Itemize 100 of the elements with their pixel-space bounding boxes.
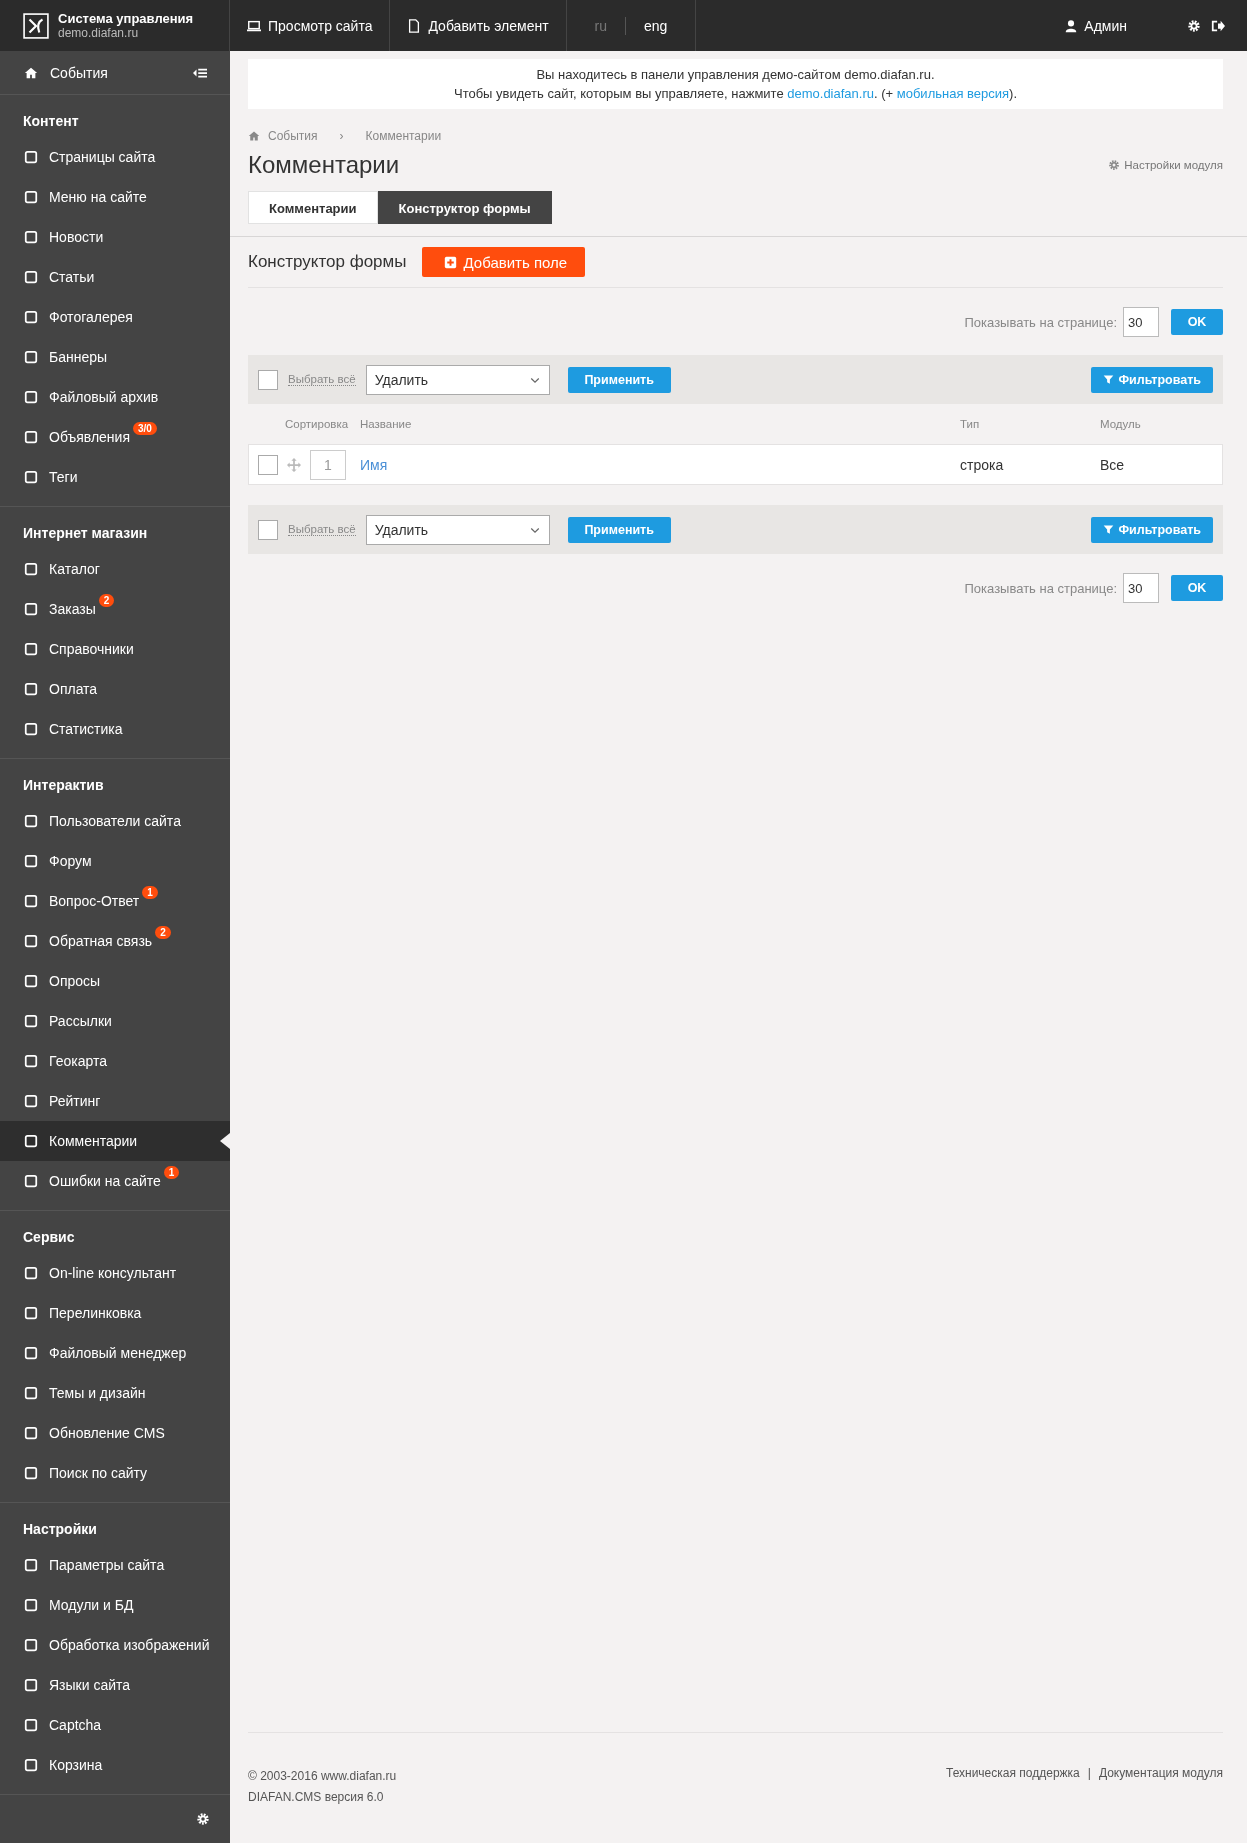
- sidebar-item[interactable]: Корзина: [0, 1745, 230, 1786]
- sidebar-item[interactable]: Геокарта: [0, 1041, 230, 1082]
- count-badge: 3/0: [133, 422, 157, 436]
- square-icon: [24, 1174, 38, 1189]
- square-icon: [24, 1386, 38, 1401]
- column-header: Сортировка: [285, 418, 350, 430]
- sidebar-item[interactable]: Объявления 3/0: [0, 417, 230, 458]
- table-cell-text: строка: [960, 456, 1005, 473]
- square-icon: [24, 1466, 38, 1481]
- notice-text: Вы находитесь в панели управления демо-сайтом demo.diafan.ru.: [535, 66, 936, 84]
- breadcrumb-separator: ›: [338, 129, 345, 143]
- sidebar-item[interactable]: Файловый менеджер: [0, 1333, 230, 1374]
- sidebar-item[interactable]: Комментарии: [0, 1121, 230, 1162]
- square-icon: [24, 894, 38, 909]
- sidebar-item[interactable]: Каталог: [0, 549, 230, 590]
- sidebar-item[interactable]: Перелинковка: [0, 1293, 230, 1334]
- sidebar-item[interactable]: События: [0, 51, 230, 96]
- sidebar-item[interactable]: Captcha: [0, 1705, 230, 1746]
- square-icon: [24, 642, 38, 657]
- sidebar-item[interactable]: Статистика: [0, 709, 230, 750]
- count-badge: 1: [142, 886, 158, 900]
- square-icon: [24, 150, 38, 165]
- square-icon: [24, 1638, 38, 1653]
- sidebar-item[interactable]: On-line консультант: [0, 1253, 230, 1294]
- square-icon: [24, 722, 38, 737]
- home-icon: [248, 130, 260, 142]
- count-badge: 2: [155, 926, 171, 940]
- column-header: Название: [360, 418, 413, 430]
- settings-icon[interactable]: [1187, 18, 1201, 33]
- top-link[interactable]: Добавить элемент: [390, 0, 567, 51]
- plus-icon: [444, 255, 458, 269]
- square-icon: [24, 1014, 38, 1029]
- logo-icon: [23, 12, 49, 39]
- top-link[interactable]: Просмотр сайта: [230, 0, 391, 51]
- notice-text: Чтобы увидеть сайт, которым вы управляете, нажмите demo.diafan.ru. (+ мобильная версия).: [452, 85, 1019, 103]
- sidebar-item[interactable]: Ошибки на сайте 1: [0, 1161, 230, 1202]
- sidebar-item[interactable]: Опросы: [0, 961, 230, 1002]
- user-link[interactable]: Админ: [1064, 0, 1187, 51]
- sidebar-item[interactable]: Теги: [0, 457, 230, 498]
- sidebar-item[interactable]: Пользователи сайта: [0, 801, 230, 842]
- action-dropdown[interactable]: Удалить: [365, 364, 550, 395]
- logout-icon[interactable]: [1211, 18, 1225, 33]
- sidebar-item[interactable]: Фотогалерея: [0, 297, 230, 338]
- square-icon: [24, 270, 38, 285]
- per-page-field[interactable]: 30: [1123, 573, 1159, 603]
- module-settings-link[interactable]: Настройки модуля: [1108, 159, 1223, 171]
- square-icon: [24, 934, 38, 949]
- sidebar-item[interactable]: Рассылки: [0, 1001, 230, 1042]
- footer-link[interactable]: Документация модуля: [1098, 1766, 1223, 1808]
- square-icon: [24, 390, 38, 405]
- sidebar-item[interactable]: Параметры сайта: [0, 1545, 230, 1586]
- square-icon: [24, 682, 38, 697]
- sidebar-item[interactable]: Новости: [0, 217, 230, 258]
- sidebar-item[interactable]: Обратная связь 2: [0, 921, 230, 962]
- column-header: Модуль: [1100, 418, 1141, 430]
- square-icon: [24, 1598, 38, 1613]
- sidebar-item[interactable]: Вопрос-Ответ 1: [0, 881, 230, 922]
- square-icon: [24, 1306, 38, 1321]
- square-icon: [24, 1718, 38, 1733]
- section-heading: Сервис: [22, 1228, 76, 1248]
- checkbox[interactable]: [258, 454, 278, 475]
- home-icon: [24, 65, 38, 80]
- sidebar-item[interactable]: Оплата: [0, 669, 230, 710]
- per-page-label: Показывать на странице:: [964, 580, 1117, 596]
- sidebar-item[interactable]: Обработка изображений: [0, 1625, 230, 1666]
- action-dropdown[interactable]: Удалить: [365, 514, 550, 545]
- sidebar-item[interactable]: Заказы 2: [0, 589, 230, 630]
- page-title: Комментарии: [248, 151, 400, 179]
- field-name-link[interactable]: Имя: [360, 456, 960, 473]
- tab[interactable]: Конструктор формы: [377, 191, 552, 224]
- section-heading: Интерактив: [22, 776, 105, 796]
- sidebar-item[interactable]: Темы и дизайн: [0, 1373, 230, 1414]
- per-page-field[interactable]: 30: [1123, 307, 1159, 337]
- sidebar-item[interactable]: Статьи: [0, 257, 230, 298]
- footer-link[interactable]: Техническая поддержка: [945, 1766, 1080, 1808]
- section-title: Конструктор формы: [248, 252, 407, 272]
- sidebar-item[interactable]: Языки сайта: [0, 1665, 230, 1706]
- sidebar-item[interactable]: Страницы сайта: [0, 137, 230, 178]
- checkbox[interactable]: [258, 369, 278, 390]
- checkbox[interactable]: [258, 519, 278, 540]
- document-icon: [407, 18, 422, 33]
- sidebar-item[interactable]: Файловый архив: [0, 377, 230, 418]
- selection-pointer: [220, 1133, 230, 1150]
- tab[interactable]: Комментарии: [248, 191, 378, 224]
- sidebar-item[interactable]: Форум: [0, 841, 230, 882]
- square-icon: [24, 470, 38, 485]
- sidebar-item[interactable]: Модули и БД: [0, 1585, 230, 1626]
- sidebar-item[interactable]: Рейтинг: [0, 1081, 230, 1122]
- language-link[interactable]: eng: [644, 17, 668, 34]
- sidebar-item[interactable]: Поиск по сайту: [0, 1453, 230, 1494]
- sidebar-item[interactable]: Обновление CMS: [0, 1413, 230, 1454]
- sidebar-item[interactable]: Баннеры: [0, 337, 230, 378]
- sidebar-item[interactable]: Справочники: [0, 629, 230, 670]
- sidebar-item[interactable]: Меню на сайте: [0, 177, 230, 218]
- square-icon: [24, 854, 38, 869]
- square-icon: [24, 1054, 38, 1069]
- column-header: Тип: [960, 418, 981, 430]
- count-badge: 2: [98, 594, 115, 608]
- square-icon: [24, 562, 38, 577]
- settings-icon[interactable]: [196, 1812, 210, 1827]
